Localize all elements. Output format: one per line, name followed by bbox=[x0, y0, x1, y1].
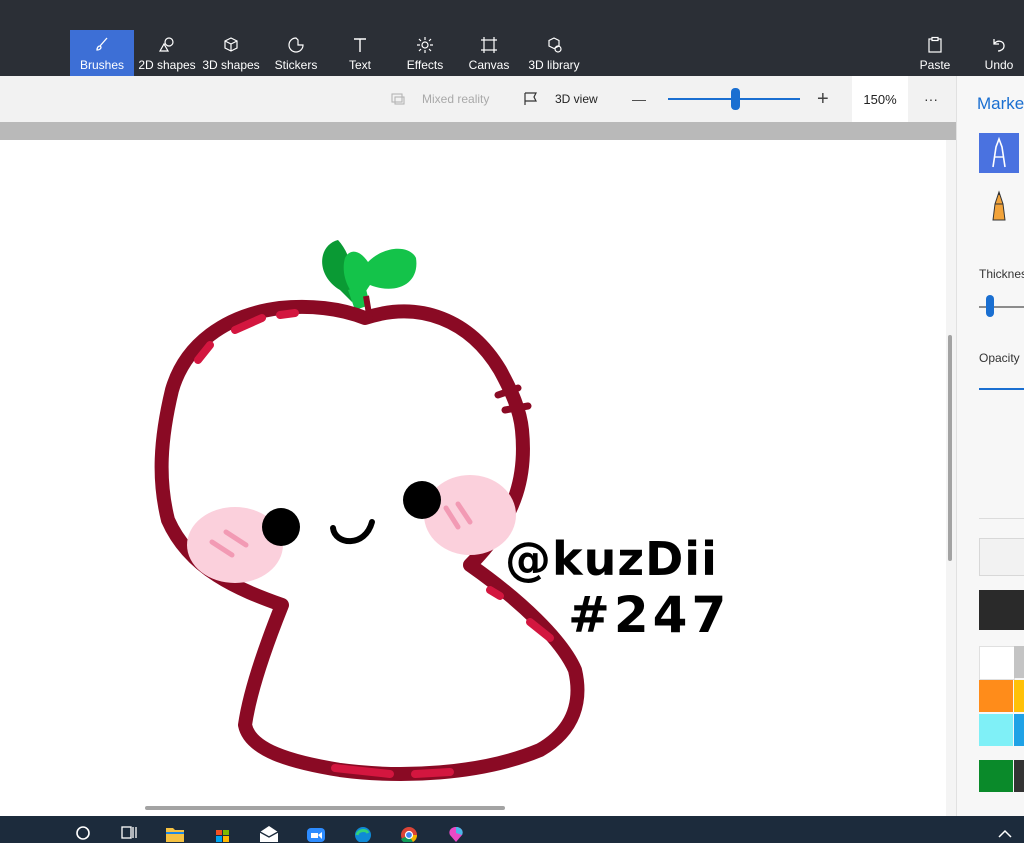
panel-divider bbox=[979, 518, 1024, 519]
color-swatch-yellow[interactable] bbox=[1014, 680, 1024, 712]
chevron-up-icon[interactable] bbox=[994, 820, 1016, 842]
eye-left bbox=[262, 508, 300, 546]
tab-stickers-label: Stickers bbox=[274, 58, 318, 72]
panel-title: Marker bbox=[977, 94, 1024, 113]
3d-library-icon bbox=[548, 37, 562, 53]
cortana-icon[interactable] bbox=[72, 820, 94, 842]
zoom-level[interactable]: 150% bbox=[852, 76, 908, 122]
brush-icon bbox=[96, 37, 108, 51]
3d-view-button[interactable]: 3D view bbox=[523, 76, 598, 122]
chrome-icon[interactable] bbox=[398, 820, 420, 842]
pencil-icon bbox=[992, 190, 1006, 221]
drawing-canvas[interactable]: @kuzDii #247 bbox=[0, 140, 946, 816]
horizontal-scroll-thumb[interactable] bbox=[145, 806, 505, 810]
more-options-button[interactable]: ··· bbox=[924, 76, 938, 122]
paste-icon bbox=[928, 36, 942, 53]
stem-line bbox=[363, 295, 373, 321]
text-icon bbox=[354, 38, 366, 52]
undo-label: Undo bbox=[984, 58, 1014, 72]
marker-icon bbox=[992, 136, 1006, 168]
opacity-slider[interactable] bbox=[979, 388, 1024, 390]
blush-right bbox=[424, 475, 516, 555]
zoom-in-button[interactable]: + bbox=[817, 76, 829, 122]
tab-text[interactable]: Text bbox=[335, 30, 385, 76]
mixed-reality-icon bbox=[391, 93, 405, 105]
tab-3d-shapes-label: 3D shapes bbox=[202, 58, 260, 72]
undo-icon bbox=[993, 39, 1005, 52]
zoom-icon[interactable] bbox=[305, 820, 327, 842]
thickness-label: Thickness bbox=[979, 267, 1024, 281]
file-explorer-icon[interactable] bbox=[164, 820, 186, 842]
zoom-out-button[interactable]: — bbox=[632, 76, 646, 122]
edge-icon[interactable] bbox=[352, 820, 374, 842]
task-view-icon[interactable] bbox=[118, 820, 140, 842]
color-swatch-blue[interactable] bbox=[1014, 714, 1024, 746]
zoom-slider-thumb[interactable] bbox=[731, 88, 740, 110]
color-swatch-cyan[interactable] bbox=[979, 714, 1013, 746]
ribbon-toolbar: Brushes 2D shapes 3D shapes Stickers Tex… bbox=[0, 0, 1024, 76]
drawing-artwork bbox=[154, 240, 585, 781]
paste-label: Paste bbox=[919, 58, 951, 72]
thickness-slider-thumb[interactable] bbox=[986, 295, 994, 317]
color-swatch-dark[interactable] bbox=[1014, 760, 1024, 792]
effects-icon bbox=[417, 37, 433, 53]
canvas-top-margin bbox=[0, 122, 956, 140]
color-swatch-gray[interactable] bbox=[1014, 646, 1024, 678]
tab-2d-shapes-label: 2D shapes bbox=[138, 58, 196, 72]
tab-3d-shapes[interactable]: 3D shapes bbox=[200, 30, 262, 76]
tab-3d-library-label: 3D library bbox=[528, 58, 580, 72]
eye-right bbox=[403, 481, 441, 519]
opacity-label: Opacity bbox=[979, 351, 1020, 365]
mail-icon[interactable] bbox=[258, 820, 280, 842]
windows-taskbar bbox=[0, 816, 1024, 843]
signature-number: #247 bbox=[568, 586, 731, 644]
tab-3d-library[interactable]: 3D library bbox=[524, 30, 584, 76]
tab-effects-label: Effects bbox=[406, 58, 444, 72]
color-swatch-orange[interactable] bbox=[979, 680, 1013, 712]
color-swatch-green[interactable] bbox=[979, 760, 1013, 792]
2d-shapes-icon bbox=[158, 37, 174, 52]
marker-brush-option[interactable] bbox=[979, 133, 1019, 173]
tab-brushes-label: Brushes bbox=[79, 58, 125, 72]
tab-effects[interactable]: Effects bbox=[400, 30, 450, 76]
paste-button[interactable]: Paste bbox=[912, 30, 958, 76]
paint3d-icon[interactable] bbox=[445, 820, 467, 842]
stickers-icon bbox=[288, 37, 304, 53]
mixed-reality-label: Mixed reality bbox=[422, 92, 490, 106]
selected-color-swatch[interactable] bbox=[979, 590, 1024, 630]
canvas-icon bbox=[481, 37, 497, 53]
tab-canvas[interactable]: Canvas bbox=[464, 30, 514, 76]
3d-shapes-icon bbox=[224, 37, 238, 52]
vertical-scroll-thumb[interactable] bbox=[948, 335, 952, 561]
custom-color-swatch[interactable] bbox=[979, 538, 1024, 576]
signature-handle: @kuzDii bbox=[505, 532, 718, 586]
3d-view-label: 3D view bbox=[555, 92, 598, 106]
mixed-reality-button[interactable]: Mixed reality bbox=[390, 76, 489, 122]
brush-panel: Marker Thickness Opacity bbox=[956, 76, 1024, 816]
tab-brushes[interactable]: Brushes bbox=[70, 30, 134, 76]
tab-2d-shapes[interactable]: 2D shapes bbox=[136, 30, 198, 76]
color-swatch-white[interactable] bbox=[979, 646, 1015, 680]
flag-icon bbox=[524, 92, 537, 105]
tab-canvas-label: Canvas bbox=[468, 58, 510, 72]
tab-text-label: Text bbox=[348, 58, 371, 72]
store-icon[interactable] bbox=[212, 820, 234, 842]
undo-button[interactable]: Undo bbox=[978, 30, 1020, 76]
tab-stickers[interactable]: Stickers bbox=[266, 30, 326, 76]
pencil-brush-option[interactable] bbox=[979, 184, 1019, 224]
